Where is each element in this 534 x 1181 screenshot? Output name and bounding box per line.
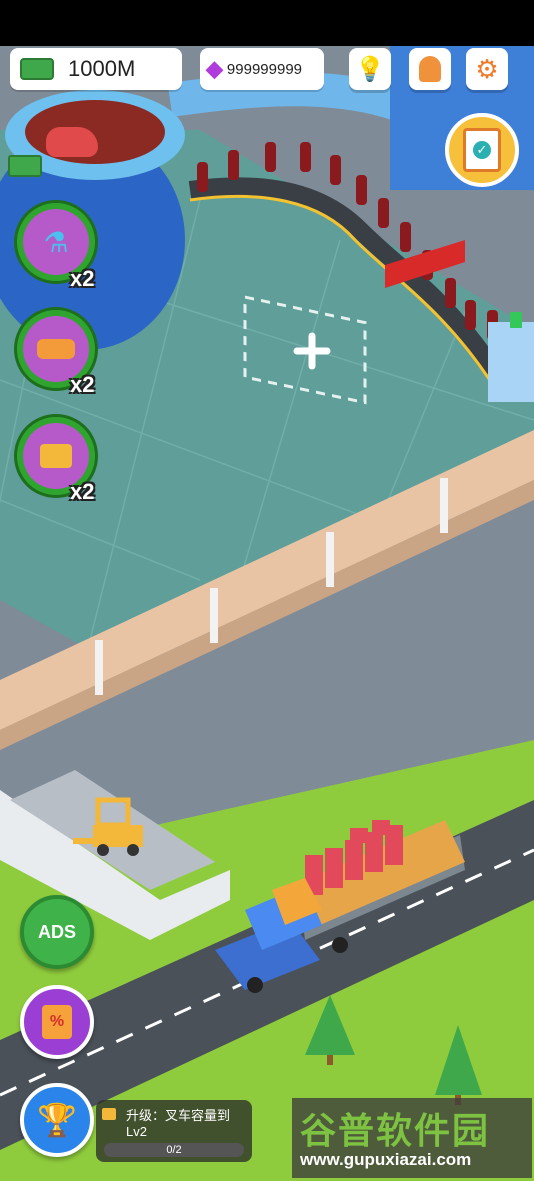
quest-panel: 升级：叉车容量到 Lv2 0/2 <box>96 1100 252 1162</box>
gem-amount: 999999999 <box>226 60 303 78</box>
helicopter-icon <box>46 127 98 157</box>
watermark: 谷普软件园 www.gupuxiazai.com <box>292 1098 532 1178</box>
quest-title: 升级：叉车容量到 <box>126 1108 231 1123</box>
shopping-bag-icon: % <box>42 1005 72 1039</box>
quest-progress-text: 0/2 <box>166 1144 182 1156</box>
trophy-icon: 🏆 <box>37 1102 77 1138</box>
boost-truck-multiplier: x2 <box>70 372 95 397</box>
no-ads-button[interactable]: ADS <box>20 895 94 969</box>
gear-icon: ⚙ <box>475 53 499 84</box>
settings-button[interactable]: ⚙ <box>466 48 508 90</box>
tasks-button[interactable]: ✓ <box>445 113 519 187</box>
shop-button[interactable]: % <box>20 985 94 1059</box>
quest-level: Lv2 <box>126 1124 147 1139</box>
manager-icon <box>419 56 441 82</box>
boost-conveyor-multiplier: x2 <box>70 266 95 291</box>
lightbulb-icon: 💡 <box>355 55 385 83</box>
cash-counter: 1000M <box>10 48 182 90</box>
gem-counter: ◆ 999999999 <box>200 48 324 90</box>
helicopter-reward[interactable] <box>0 97 116 177</box>
truck-upgrade-icon <box>37 339 75 359</box>
cash-amount: 1000M <box>68 56 136 81</box>
cash-bundle-icon <box>8 155 42 177</box>
trophy-button[interactable]: 🏆 <box>20 1083 94 1157</box>
conveyor-upgrade-icon: ⚗ <box>43 226 69 258</box>
watermark-url: www.gupuxiazai.com <box>300 1150 472 1169</box>
forklift-small-icon <box>102 1108 116 1120</box>
clipboard-check-icon: ✓ <box>463 128 501 172</box>
gem-icon: ◆ <box>206 56 223 81</box>
boost-forklift-multiplier: x2 <box>70 479 95 504</box>
forklift-upgrade-icon <box>40 444 72 468</box>
watermark-brand: 谷普软件园 <box>300 1110 491 1151</box>
idea-button[interactable]: 💡 <box>349 48 391 90</box>
quest-progress-bar: 0/2 <box>104 1143 244 1157</box>
discount-badge: % <box>49 1013 65 1030</box>
no-ads-label: ADS <box>37 921 76 942</box>
cash-icon <box>20 58 54 80</box>
manager-button[interactable] <box>409 48 451 90</box>
status-bar <box>0 0 534 46</box>
